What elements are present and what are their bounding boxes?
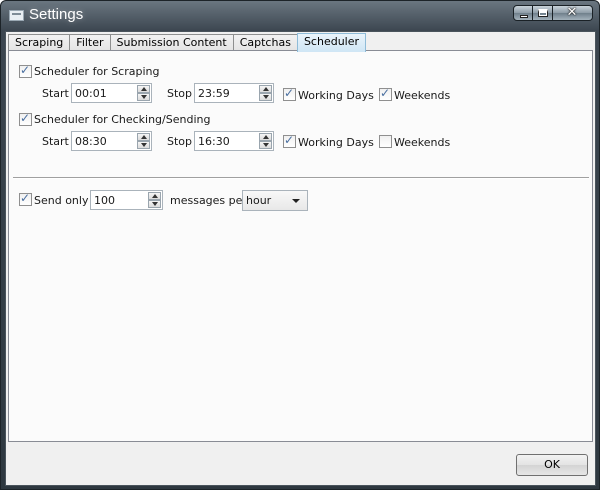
scheduler-panel: ✓ Scheduler for Scraping Start 00:01 Sto… [8,50,593,442]
send-only-label: Send only [34,194,89,207]
section-divider [13,177,589,179]
spin-up-icon[interactable] [259,85,272,93]
checking-start-label: Start [42,135,69,148]
scraping-weekends-checkbox[interactable]: ✓ [379,86,392,101]
checking-stop-label: Stop [167,135,193,148]
checkmark-icon: ✓ [20,63,31,77]
checking-stop-value: 16:30 [198,135,230,148]
caption-buttons: ✕ [513,5,593,21]
scraping-start-time-input[interactable]: 00:01 [71,83,152,103]
scraping-stop-value: 23:59 [198,87,230,100]
spin-buttons [148,192,161,208]
spin-buttons [259,133,272,149]
send-only-checkbox[interactable]: ✓ [19,191,32,206]
checking-weekends-checkbox[interactable] [379,135,392,148]
checking-working-days-checkbox[interactable]: ✓ [283,133,296,148]
period-value: hour [246,194,272,207]
scraping-working-days-checkbox[interactable]: ✓ [283,86,296,101]
period-select[interactable]: hour [242,190,308,211]
chevron-down-icon [292,199,300,203]
scraping-weekends-label: Weekends [394,89,451,102]
messages-per-label: messages per [170,194,247,207]
scraping-start-label: Start [42,87,69,100]
checkmark-icon: ✓ [284,133,295,147]
send-only-count-input[interactable]: 100 [90,190,163,210]
checking-scheduler-label: Scheduler for Checking/Sending [34,113,211,126]
spin-up-icon[interactable] [148,192,161,200]
spin-down-icon[interactable] [259,141,272,149]
spin-up-icon[interactable] [137,133,150,141]
scraping-scheduler-checkbox[interactable]: ✓ [19,63,32,78]
scraping-start-value: 00:01 [75,87,107,100]
spin-down-icon[interactable] [137,141,150,149]
spin-up-icon[interactable] [259,133,272,141]
checkmark-icon: ✓ [380,86,391,100]
settings-window: Settings ✕ Scraping Filter Submission Co… [0,0,600,490]
checking-working-days-label: Working Days [298,136,374,149]
spin-down-icon[interactable] [259,93,272,101]
close-button[interactable]: ✕ [553,5,593,21]
tab-scraping[interactable]: Scraping [8,34,71,51]
ok-button[interactable]: OK [516,454,588,476]
tab-bar: Scraping Filter Submission Content Captc… [8,33,367,52]
dialog-client-area: Scraping Filter Submission Content Captc… [5,31,596,486]
checking-scheduler-checkbox[interactable]: ✓ [19,111,32,126]
checking-start-time-input[interactable]: 08:30 [71,131,152,151]
checking-stop-time-input[interactable]: 16:30 [194,131,274,151]
scraping-scheduler-label: Scheduler for Scraping [34,65,160,78]
send-only-count-value: 100 [94,194,115,207]
spin-buttons [137,133,150,149]
spin-up-icon[interactable] [137,85,150,93]
tab-captchas[interactable]: Captchas [232,34,298,51]
window-title: Settings [29,6,84,23]
tab-scheduler[interactable]: Scheduler [296,33,367,52]
spin-buttons [259,85,272,101]
checkmark-icon: ✓ [284,86,295,100]
spin-down-icon[interactable] [137,93,150,101]
checking-weekends-label: Weekends [394,136,451,149]
scraping-working-days-label: Working Days [298,89,374,102]
minimize-button[interactable] [513,5,533,21]
scraping-stop-label: Stop [167,87,193,100]
checkmark-icon: ✓ [20,191,31,205]
checking-start-value: 08:30 [75,135,107,148]
close-icon: ✕ [566,5,578,20]
minimize-icon [520,15,528,18]
maximize-button[interactable] [533,5,553,21]
checkmark-icon: ✓ [20,111,31,125]
title-bar[interactable]: Settings ✕ [1,1,599,31]
maximize-icon [538,9,548,17]
window-app-icon [9,10,24,21]
spin-down-icon[interactable] [148,200,161,208]
tab-submission-content[interactable]: Submission Content [109,34,234,51]
spin-buttons [137,85,150,101]
tab-filter[interactable]: Filter [69,34,111,51]
scraping-stop-time-input[interactable]: 23:59 [194,83,274,103]
